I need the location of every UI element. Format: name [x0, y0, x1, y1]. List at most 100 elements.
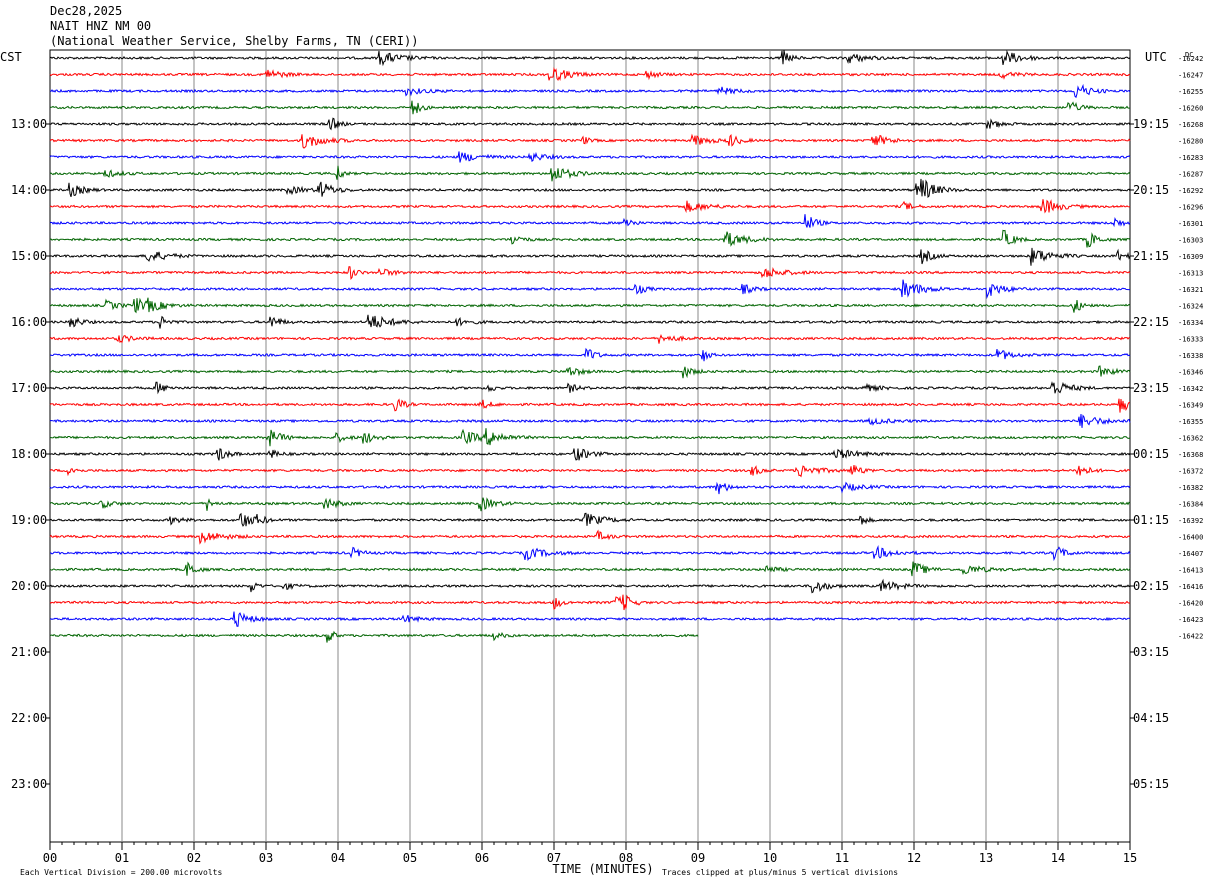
x-tick-label: 09 — [691, 851, 705, 865]
hour-label-utc: 21:15 — [1133, 249, 1169, 263]
left-axis-label: CST — [0, 50, 22, 64]
hour-label-cst: 23:00 — [11, 777, 47, 791]
seismic-trace — [49, 428, 1131, 447]
dc-offset-label: -16362 — [1178, 435, 1203, 443]
x-tick-label: 05 — [403, 851, 417, 865]
seismic-trace — [49, 481, 1131, 495]
hour-label-utc: 02:15 — [1133, 579, 1169, 593]
seismic-trace — [49, 83, 1131, 99]
right-axis-label: UTC — [1145, 50, 1167, 64]
dc-offset-label: -16407 — [1178, 550, 1203, 558]
seismic-trace — [49, 247, 1131, 266]
dc-offset-label: -16413 — [1178, 567, 1203, 575]
dc-offset-label: -16260 — [1178, 105, 1203, 113]
x-tick-label: 04 — [331, 851, 345, 865]
seismic-trace — [49, 133, 1131, 149]
seismic-trace — [49, 165, 1131, 182]
hour-label-utc: 19:15 — [1133, 117, 1169, 131]
seismic-trace — [49, 512, 1131, 527]
x-tick-label: 14 — [1051, 851, 1065, 865]
x-axis-title: TIME (MINUTES) — [552, 862, 653, 876]
dc-offset-label: -16384 — [1178, 501, 1203, 509]
footer-scale-note: Each Vertical Division = 200.00 microvol… — [20, 868, 222, 877]
seismic-trace — [49, 297, 1131, 314]
dc-offset-label: -16382 — [1178, 484, 1203, 492]
hour-label-utc: 20:15 — [1133, 183, 1169, 197]
seismic-trace — [49, 214, 1131, 228]
dc-offset-label: -16349 — [1178, 402, 1203, 410]
hour-label-utc: 23:15 — [1133, 381, 1169, 395]
hour-label-cst: 19:00 — [11, 513, 47, 527]
hour-label-utc: 00:15 — [1133, 447, 1169, 461]
seismic-trace — [49, 347, 1131, 362]
x-tick-label: 03 — [259, 851, 273, 865]
dc-offset-label: -16309 — [1178, 253, 1203, 261]
x-tick-label: 15 — [1123, 851, 1137, 865]
dc-offset-label: -16346 — [1178, 369, 1203, 377]
dc-offset-label: -16333 — [1178, 336, 1203, 344]
hour-label-utc: 04:15 — [1133, 711, 1169, 725]
helicorder-chart: 00 01 02 03 04 05 06 07 08 09 10 11 12 13 14 15TIME (MI… — [0, 49, 1203, 877]
x-tick-label: 10 — [763, 851, 777, 865]
seismic-trace — [49, 413, 1131, 428]
seismic-trace — [49, 266, 1131, 280]
hour-label-cst: 13:00 — [11, 117, 47, 131]
hour-label-utc: 05:15 — [1133, 777, 1169, 791]
dc-offset-label: -16372 — [1178, 468, 1203, 476]
seismic-trace — [49, 398, 1131, 413]
dc-offset-label: -16268 — [1178, 121, 1203, 129]
seismic-trace — [49, 630, 699, 643]
dc-offset-label: -16296 — [1178, 204, 1203, 212]
dc-offset-label: -16423 — [1178, 616, 1203, 624]
seismic-trace — [49, 279, 1131, 300]
seismic-trace — [49, 448, 1131, 461]
dc-offset-label: -16334 — [1178, 319, 1203, 327]
dc-offset-label: -16324 — [1178, 303, 1203, 311]
seismic-trace — [49, 381, 1131, 395]
seismic-trace — [49, 178, 1131, 199]
seismic-trace — [49, 100, 1130, 115]
x-tick-label: 02 — [187, 851, 201, 865]
hour-label-cst: 20:00 — [11, 579, 47, 593]
dc-offset-label: -16422 — [1178, 633, 1203, 641]
hour-label-cst: 17:00 — [11, 381, 47, 395]
dc-offset-label: -16283 — [1178, 154, 1203, 162]
seismic-trace — [49, 578, 1131, 594]
dc-offset-label: -16313 — [1178, 270, 1203, 278]
x-tick-label: 12 — [907, 851, 921, 865]
dc-offset-label: -16303 — [1178, 237, 1203, 245]
dc-offset-label: -16338 — [1178, 352, 1203, 360]
x-tick-label: 11 — [835, 851, 849, 865]
seismic-trace — [49, 594, 1131, 611]
hour-label-cst: 18:00 — [11, 447, 47, 461]
seismic-trace — [50, 545, 1131, 562]
seismic-trace — [49, 365, 1131, 379]
hour-label-cst: 15:00 — [11, 249, 47, 263]
x-tick-label: 00 — [43, 851, 57, 865]
footer-clip-note: Traces clipped at plus/minus 5 vertical … — [662, 868, 898, 877]
seismic-trace — [49, 529, 1131, 545]
dc-offset-label: -16242 — [1178, 55, 1203, 63]
x-tick-label: 06 — [475, 851, 489, 865]
dc-offset-label: -16280 — [1178, 138, 1203, 146]
seismic-trace — [49, 199, 1131, 214]
x-tick-label: 13 — [979, 851, 993, 865]
dc-offset-label: -16420 — [1178, 600, 1203, 608]
dc-offset-label: -16342 — [1178, 385, 1203, 393]
x-tick-label: 01 — [115, 851, 129, 865]
dc-offset-label: -16416 — [1178, 583, 1203, 591]
hour-label-cst: 16:00 — [11, 315, 47, 329]
plot-frame — [49, 49, 1131, 843]
seismic-trace — [49, 49, 1131, 67]
hour-label-cst: 21:00 — [11, 645, 47, 659]
dc-offset-label: -16368 — [1178, 451, 1203, 459]
seismic-trace — [49, 561, 1131, 577]
seismic-trace — [49, 229, 1131, 248]
dc-offset-label: -16400 — [1178, 534, 1203, 542]
dc-offset-label: -16301 — [1178, 220, 1203, 228]
dc-offset-label: -16255 — [1178, 88, 1203, 96]
seismic-trace — [49, 314, 1131, 329]
seismic-trace — [49, 611, 1131, 627]
dc-offset-label: -16321 — [1178, 286, 1203, 294]
dc-offset-label: -16287 — [1178, 171, 1203, 179]
